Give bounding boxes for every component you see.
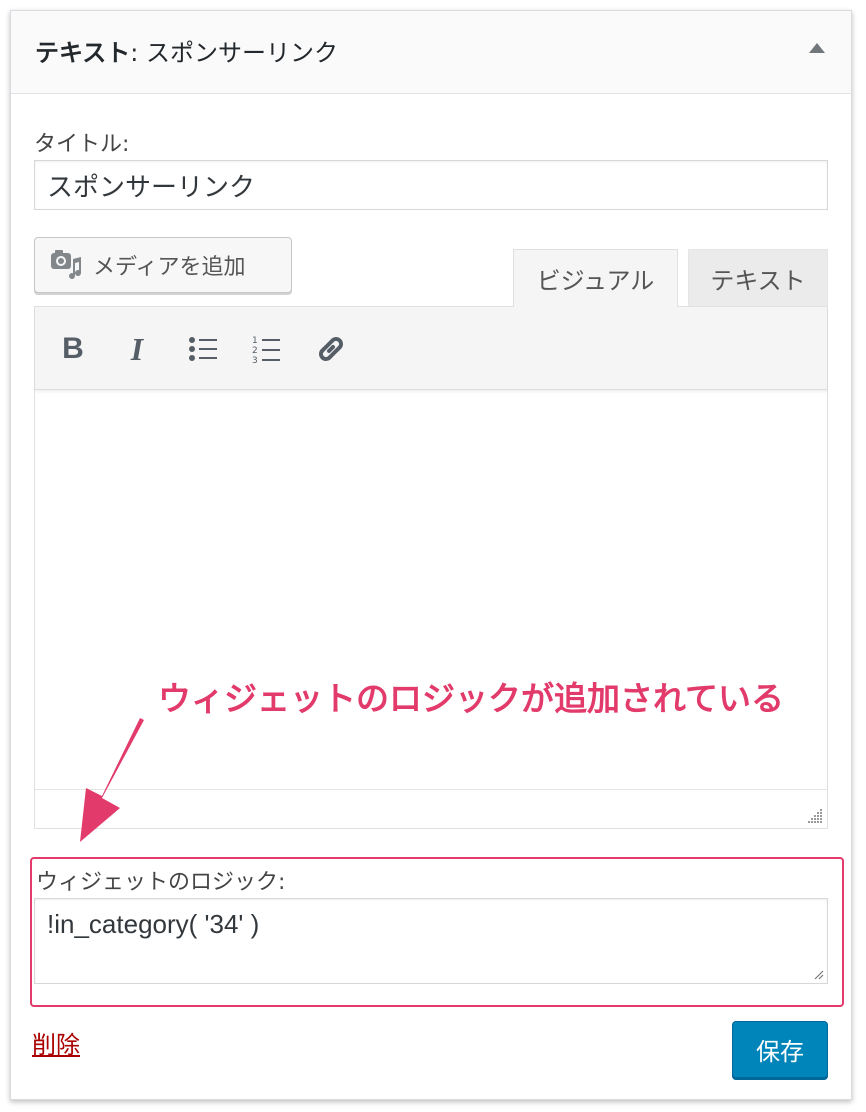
annotation-arrow-icon bbox=[80, 718, 144, 842]
save-button[interactable]: 保存 bbox=[732, 1021, 828, 1078]
svg-text:2: 2 bbox=[252, 346, 258, 356]
svg-text:3: 3 bbox=[252, 356, 258, 364]
tab-visual[interactable]: ビジュアル bbox=[513, 249, 678, 307]
media-add-icon bbox=[51, 250, 82, 280]
resize-handle-icon[interactable] bbox=[807, 808, 823, 824]
title-label: タイトル: bbox=[34, 132, 130, 157]
add-media-label: メディアを追加 bbox=[93, 255, 246, 280]
svg-text:1: 1 bbox=[252, 336, 258, 346]
title-input[interactable]: スポンサーリンク bbox=[34, 160, 828, 210]
collapse-arrow-icon[interactable] bbox=[809, 43, 825, 53]
editor-toolbar: B I 1 2 3 bbox=[35, 307, 827, 390]
tab-text[interactable]: テキスト bbox=[688, 249, 828, 306]
logic-value: !in_category( '34' ) bbox=[47, 909, 260, 939]
link-icon[interactable] bbox=[311, 329, 351, 369]
numbered-list-icon[interactable]: 1 2 3 bbox=[247, 329, 287, 369]
logic-textarea[interactable]: !in_category( '34' ) bbox=[34, 898, 828, 984]
italic-icon[interactable]: I bbox=[117, 329, 157, 369]
logic-label: ウィジェットのロジック: bbox=[36, 870, 286, 895]
widget-title-main: テキスト bbox=[35, 39, 131, 67]
textarea-resize-icon[interactable] bbox=[812, 968, 824, 980]
widget-title-sub: スポンサーリンク bbox=[146, 39, 338, 67]
widget-title-separator: : bbox=[130, 39, 146, 67]
bold-icon[interactable]: B bbox=[53, 329, 93, 369]
annotation-text: ウィジェットのロジックが追加されている bbox=[158, 679, 785, 718]
widget-header[interactable]: テキスト: スポンサーリンク bbox=[11, 11, 851, 94]
bullet-list-icon[interactable] bbox=[183, 329, 223, 369]
widget-title: テキスト: スポンサーリンク bbox=[35, 33, 338, 68]
delete-link[interactable]: 削除 bbox=[32, 1025, 80, 1060]
add-media-button[interactable]: メディアを追加 bbox=[34, 237, 292, 293]
